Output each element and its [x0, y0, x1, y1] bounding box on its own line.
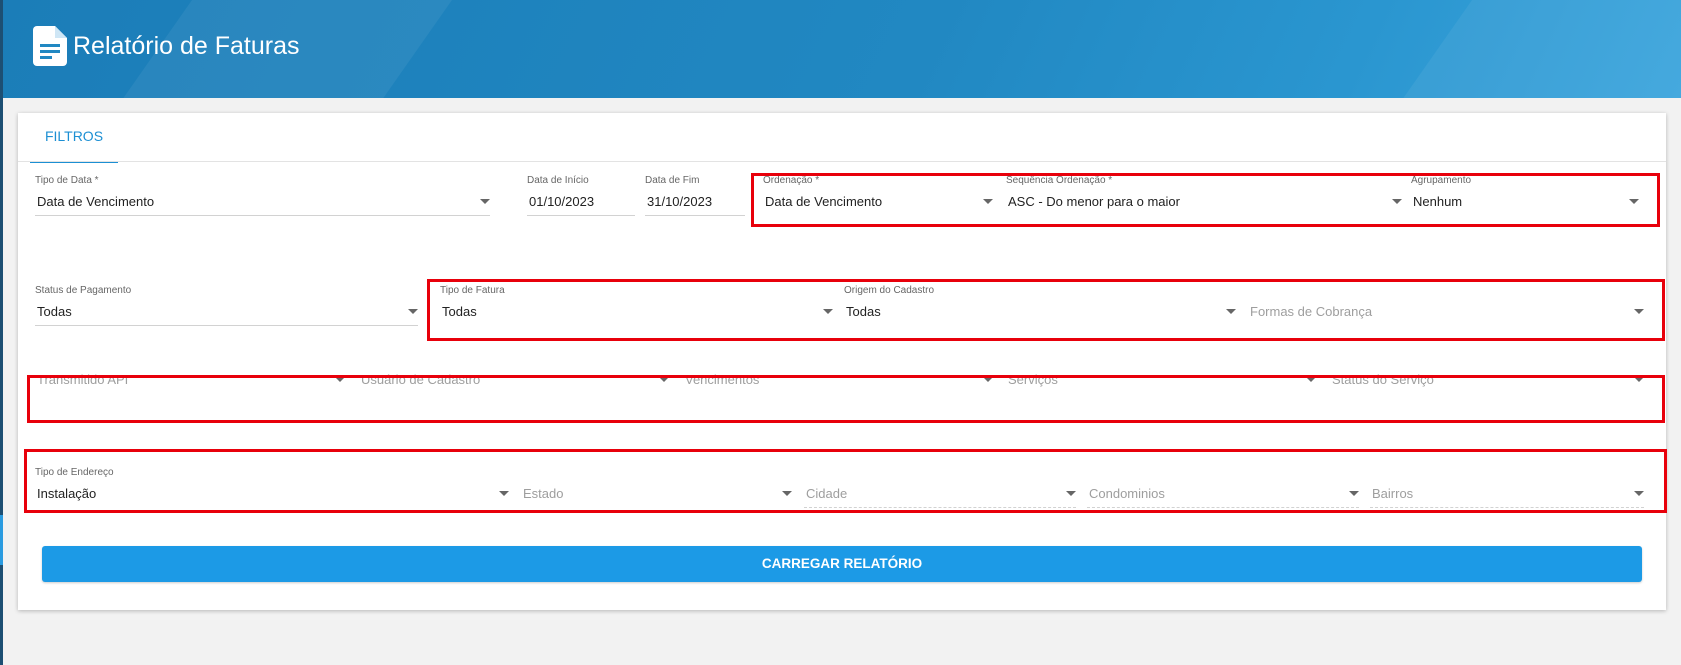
status-servico-placeholder: Status do Serviço [1332, 372, 1434, 387]
estado-placeholder: Estado [523, 486, 564, 501]
cidade-placeholder: Cidade [806, 486, 848, 501]
document-icon [33, 26, 67, 66]
tipo-endereco-value: Instalação [37, 486, 97, 501]
bairros-select[interactable]: Bairros [1370, 467, 1644, 508]
page-title: Relatório de Faturas [73, 32, 300, 60]
sequencia-ordenacao-value: ASC - Do menor para o maior [1008, 194, 1180, 209]
dropdown-arrow-icon [1066, 491, 1076, 496]
dropdown-arrow-icon [659, 377, 669, 382]
bairros-placeholder: Bairros [1372, 486, 1414, 501]
dropdown-arrow-icon [1634, 309, 1644, 314]
window-left-accent [0, 515, 3, 565]
servicos-select[interactable]: Serviços [1006, 353, 1316, 393]
dropdown-arrow-icon [499, 491, 509, 496]
status-servico-select[interactable]: Status do Serviço [1330, 353, 1644, 393]
dropdown-arrow-icon [983, 199, 993, 204]
dropdown-arrow-icon [983, 377, 993, 382]
ordenacao-value: Data de Vencimento [765, 194, 883, 209]
data-inicio-label: Data de Início [527, 175, 589, 186]
usuario-cadastro-select[interactable]: Usuário de Cadastro [359, 353, 669, 393]
vencimentos-select[interactable]: Vencimentos [683, 353, 993, 393]
dropdown-arrow-icon [335, 377, 345, 382]
formas-cobranca-select[interactable]: Formas de Cobrança [1248, 285, 1644, 325]
dropdown-arrow-icon [1629, 199, 1639, 204]
data-fim-label: Data de Fim [645, 175, 700, 186]
servicos-placeholder: Serviços [1008, 372, 1058, 387]
tab-filtros[interactable]: FILTROS [30, 113, 118, 163]
agrupamento-select[interactable]: Agrupamento Nenhum [1411, 175, 1639, 215]
transmitido-api-placeholder: Transmitido API [37, 372, 129, 387]
agrupamento-label: Agrupamento [1411, 175, 1472, 186]
tab-divider [18, 161, 1666, 162]
dropdown-arrow-icon [480, 199, 490, 204]
tipo-fatura-select[interactable]: Tipo de Fatura Todas [440, 285, 833, 325]
tipo-endereco-select[interactable]: Tipo de Endereço Instalação [35, 467, 509, 507]
dropdown-arrow-icon [1306, 377, 1316, 382]
data-fim-input[interactable]: Data de Fim 31/10/2023 [645, 175, 745, 216]
origem-cadastro-select[interactable]: Origem do Cadastro Todas [844, 285, 1236, 325]
tipo-fatura-label: Tipo de Fatura [440, 285, 505, 296]
origem-cadastro-value: Todas [846, 304, 881, 319]
carregar-relatorio-button[interactable]: CARREGAR RELATÓRIO [42, 546, 1642, 582]
condominios-placeholder: Condominios [1089, 486, 1165, 501]
tipo-fatura-value: Todas [442, 304, 477, 319]
usuario-cadastro-placeholder: Usuário de Cadastro [361, 372, 481, 387]
ordenacao-select[interactable]: Ordenação * Data de Vencimento [763, 175, 993, 215]
formas-cobranca-placeholder: Formas de Cobrança [1250, 304, 1373, 319]
tipo-data-value: Data de Vencimento [37, 194, 155, 209]
dropdown-arrow-icon [782, 491, 792, 496]
status-pagamento-select[interactable]: Status de Pagamento Todas [35, 285, 418, 326]
page-header: Relatório de Faturas [0, 0, 1681, 98]
tipo-endereco-label: Tipo de Endereço [35, 467, 114, 478]
data-inicio-value: 01/10/2023 [529, 194, 595, 209]
agrupamento-value: Nenhum [1413, 194, 1463, 209]
estado-select[interactable]: Estado [521, 467, 792, 507]
dropdown-arrow-icon [1392, 199, 1402, 204]
vencimentos-placeholder: Vencimentos [685, 372, 760, 387]
data-fim-value: 31/10/2023 [647, 194, 713, 209]
origem-cadastro-label: Origem do Cadastro [844, 285, 935, 296]
dropdown-arrow-icon [408, 309, 418, 314]
data-inicio-input[interactable]: Data de Início 01/10/2023 [527, 175, 635, 216]
ordenacao-label: Ordenação * [763, 175, 820, 186]
window-left-edge [0, 0, 3, 665]
dropdown-arrow-icon [1634, 377, 1644, 382]
tipo-data-label: Tipo de Data * [35, 175, 99, 186]
dropdown-arrow-icon [1634, 491, 1644, 496]
status-pagamento-value: Todas [37, 304, 72, 319]
dropdown-arrow-icon [823, 309, 833, 314]
transmitido-api-select[interactable]: Transmitido API [35, 353, 345, 393]
status-pagamento-label: Status de Pagamento [35, 285, 132, 296]
tipo-data-select[interactable]: Tipo de Data * Data de Vencimento [35, 175, 490, 216]
cidade-select[interactable]: Cidade [804, 467, 1076, 508]
dropdown-arrow-icon [1349, 491, 1359, 496]
dropdown-arrow-icon [1226, 309, 1236, 314]
filters-card: FILTROS Tipo de Data * Data de Venciment… [18, 113, 1667, 610]
condominios-select[interactable]: Condominios [1087, 467, 1359, 508]
sequencia-ordenacao-select[interactable]: Sequência Ordenação * ASC - Do menor par… [1006, 175, 1402, 215]
sequencia-ordenacao-label: Sequência Ordenação * [1006, 175, 1113, 186]
